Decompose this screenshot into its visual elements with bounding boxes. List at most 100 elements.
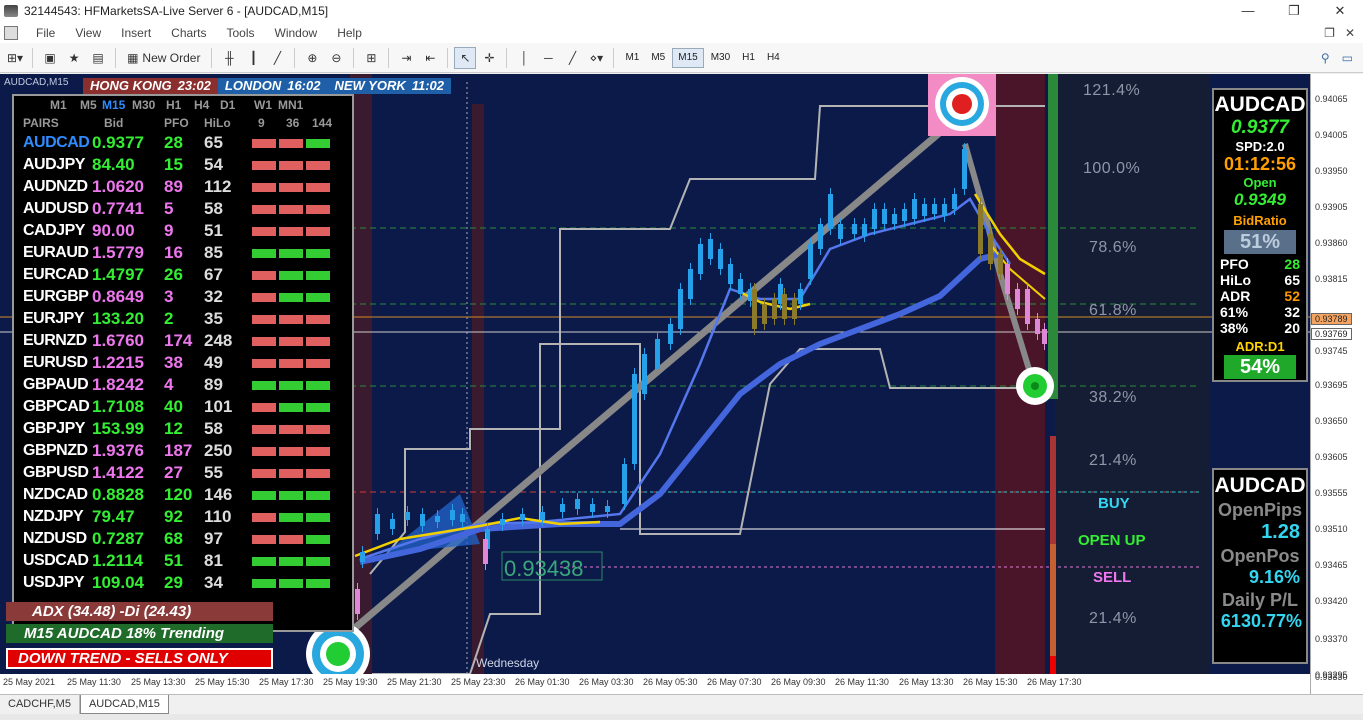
maximize-button[interactable]: ❐ — [1271, 3, 1317, 19]
pair-symbol[interactable]: AUDUSD — [14, 200, 92, 218]
minimize-button[interactable]: — — [1225, 3, 1271, 19]
menu-insert[interactable]: Insert — [111, 26, 161, 40]
tile-windows-icon[interactable]: ⊞ — [360, 47, 382, 69]
chart-shift-icon[interactable]: ⇤ — [419, 47, 441, 69]
pair-symbol[interactable]: GBPNZD — [14, 442, 92, 460]
pair-row[interactable]: AUDNZD 1.0620 89 112 — [14, 176, 352, 198]
pair-symbol[interactable]: GBPAUD — [14, 376, 92, 394]
search-icon[interactable]: ⚲ — [1321, 51, 1330, 65]
tab-audcad-m15[interactable]: AUDCAD,M15 — [79, 695, 169, 714]
trend-bars — [252, 512, 330, 522]
pair-row[interactable]: EURGBP 0.8649 3 32 — [14, 286, 352, 308]
profiles-icon[interactable]: ▣ — [39, 47, 61, 69]
menu-view[interactable]: View — [65, 26, 111, 40]
pair-row[interactable]: EURCAD 1.4797 26 67 — [14, 264, 352, 286]
tf-h1[interactable]: H1 — [737, 48, 760, 68]
favorites-icon[interactable]: ★ — [63, 47, 85, 69]
price-axis[interactable]: 0.94065 0.94005 0.93950 0.93905 0.93860 0.938… — [1310, 74, 1363, 694]
zoom-in-icon[interactable]: ⊕ — [301, 47, 323, 69]
pair-row[interactable]: GBPNZD 1.9376 187 250 — [14, 440, 352, 462]
tf-m1[interactable]: M1 — [620, 48, 644, 68]
pair-symbol[interactable]: EURGBP — [14, 288, 92, 306]
tf-header-mn1[interactable]: MN1 — [278, 98, 308, 112]
shapes-icon[interactable]: ⋄▾ — [585, 47, 607, 69]
restore-child-icon[interactable]: ❐ — [1324, 26, 1335, 40]
pair-symbol[interactable]: NZDCAD — [14, 486, 92, 504]
vertical-line-icon[interactable]: │ — [513, 47, 535, 69]
menu-window[interactable]: Window — [265, 26, 328, 40]
chart-window[interactable]: 0.93438 Wednesday AUDCAD,M15 HONG KONG 23… — [0, 74, 1363, 694]
tf-header-m1[interactable]: M1 — [50, 98, 80, 112]
document-icon[interactable] — [4, 25, 18, 40]
pair-symbol[interactable]: AUDJPY — [14, 156, 92, 174]
tf-m30[interactable]: M30 — [706, 48, 735, 68]
tf-header-d1[interactable]: D1 — [220, 98, 254, 112]
tf-header-h1[interactable]: H1 — [166, 98, 194, 112]
pair-row[interactable]: GBPUSD 1.4122 27 55 — [14, 462, 352, 484]
navigator-icon[interactable]: ▤ — [87, 47, 109, 69]
tf-m5[interactable]: M5 — [646, 48, 670, 68]
pair-row[interactable]: AUDCAD 0.9377 28 65 — [14, 132, 352, 154]
pair-row[interactable]: USDJPY 109.04 29 34 — [14, 572, 352, 594]
pair-symbol[interactable]: USDCAD — [14, 552, 92, 570]
price-tick: 0.93815 — [1315, 274, 1348, 284]
pair-row[interactable]: NZDCAD 0.8828 120 146 — [14, 484, 352, 506]
pair-symbol[interactable]: EURUSD — [14, 354, 92, 372]
tf-m15[interactable]: M15 — [672, 47, 704, 68]
tf-header-m30[interactable]: M30 — [132, 98, 166, 112]
time-axis[interactable]: 25 May 2021 25 May 11:30 25 May 13:30 25 Ma… — [0, 674, 1310, 694]
pair-row[interactable]: AUDUSD 0.7741 5 58 — [14, 198, 352, 220]
close-button[interactable]: ✕ — [1317, 3, 1363, 19]
pair-row[interactable]: NZDJPY 79.47 92 110 — [14, 506, 352, 528]
pair-row[interactable]: GBPJPY 153.99 12 58 — [14, 418, 352, 440]
menu-tools[interactable]: Tools — [217, 26, 265, 40]
crosshair-icon[interactable]: ✛ — [478, 47, 500, 69]
menu-help[interactable]: Help — [327, 26, 372, 40]
menu-charts[interactable]: Charts — [161, 26, 216, 40]
close-child-icon[interactable]: ✕ — [1345, 26, 1355, 40]
pair-symbol[interactable]: AUDNZD — [14, 178, 92, 196]
pair-symbol[interactable]: EURNZD — [14, 332, 92, 350]
pair-symbol[interactable]: EURAUD — [14, 244, 92, 262]
menu-file[interactable]: File — [26, 26, 65, 40]
trendline-icon[interactable]: ╱ — [561, 47, 583, 69]
pair-symbol[interactable]: CADJPY — [14, 222, 92, 240]
pair-symbol[interactable]: NZDUSD — [14, 530, 92, 548]
pair-row[interactable]: GBPCAD 1.7108 40 101 — [14, 396, 352, 418]
pair-row[interactable]: CADJPY 90.00 9 51 — [14, 220, 352, 242]
pair-row[interactable]: AUDJPY 84.40 15 54 — [14, 154, 352, 176]
pair-row[interactable]: EURAUD 1.5779 16 85 — [14, 242, 352, 264]
tf-header-m15[interactable]: M15 — [102, 98, 132, 112]
pair-row[interactable]: EURUSD 1.2215 38 49 — [14, 352, 352, 374]
candlestick-icon[interactable]: ┃ — [242, 47, 264, 69]
horizontal-line-icon[interactable]: ─ — [537, 47, 559, 69]
line-chart-icon[interactable]: ╱ — [266, 47, 288, 69]
cursor-icon[interactable]: ↖ — [454, 46, 477, 69]
pair-row[interactable]: GBPAUD 1.8242 4 89 — [14, 374, 352, 396]
tf-header-w1[interactable]: W1 — [254, 98, 278, 112]
pair-symbol[interactable]: GBPUSD — [14, 464, 92, 482]
pair-symbol[interactable]: NZDJPY — [14, 508, 92, 526]
zoom-out-icon[interactable]: ⊖ — [325, 47, 347, 69]
pair-symbol[interactable]: EURCAD — [14, 266, 92, 284]
tf-header-h4[interactable]: H4 — [194, 98, 220, 112]
pair-symbol[interactable]: GBPJPY — [14, 420, 92, 438]
trend-bar-0 — [252, 160, 276, 170]
tf-h4[interactable]: H4 — [762, 48, 785, 68]
pair-symbol[interactable]: USDJPY — [14, 574, 92, 592]
new-chart-icon[interactable]: ⊞▾ — [4, 47, 26, 69]
new-order-button[interactable]: ▦ New Order — [122, 47, 205, 69]
chat-icon[interactable]: ▭ — [1342, 51, 1353, 65]
pair-row[interactable]: EURNZD 1.6760 174 248 — [14, 330, 352, 352]
pair-hilo: 250 — [204, 441, 233, 460]
tab-cadchf-m5[interactable]: CADCHF,M5 — [0, 695, 80, 714]
pair-symbol[interactable]: AUDCAD — [14, 134, 92, 152]
pair-row[interactable]: NZDUSD 0.7287 68 97 — [14, 528, 352, 550]
pair-symbol[interactable]: EURJPY — [14, 310, 92, 328]
pair-row[interactable]: USDCAD 1.2114 51 81 — [14, 550, 352, 572]
pair-symbol[interactable]: GBPCAD — [14, 398, 92, 416]
pair-row[interactable]: EURJPY 133.20 2 35 — [14, 308, 352, 330]
tf-header-m5[interactable]: M5 — [80, 98, 102, 112]
auto-scroll-icon[interactable]: ⇥ — [395, 47, 417, 69]
bar-chart-icon[interactable]: ╫ — [218, 47, 240, 69]
